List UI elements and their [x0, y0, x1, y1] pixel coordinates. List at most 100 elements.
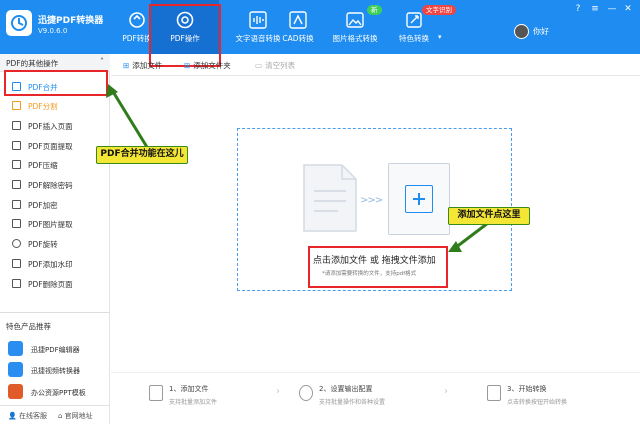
- clear-list-label: 清空列表: [265, 61, 296, 70]
- sidebar-item-label: PDF加密: [28, 201, 58, 210]
- online-service-link[interactable]: 👤 在线客服: [8, 411, 47, 421]
- gear-circle-icon: [176, 11, 194, 29]
- step-title: 3、开始转换: [507, 385, 547, 393]
- chevron-up-icon: ˄: [100, 57, 104, 66]
- recommend-item-video-converter[interactable]: 迅捷视频转换器: [0, 360, 110, 380]
- sidebar-item-label: PDF插入页面: [28, 122, 73, 131]
- shield-icon: [12, 200, 21, 209]
- magic-icon: [406, 12, 422, 28]
- compress-icon: [12, 160, 21, 169]
- sidebar-highlight-box: [4, 70, 108, 96]
- close-icon[interactable]: ✕: [621, 3, 635, 15]
- sidebar-item-label: PDF添加水印: [28, 260, 73, 269]
- add-file-icon: [149, 385, 163, 401]
- add-file-label: 添加文件: [132, 61, 163, 70]
- callout-merge: PDF合并功能在这儿: [96, 146, 188, 164]
- chevron-right-icon: ›: [444, 386, 448, 397]
- sidebar-footer: 👤 在线客服 ⌂ 官网地址: [0, 405, 110, 424]
- recommend-label: 办公资源PPT模板: [31, 389, 86, 397]
- nav-label: PDF操作: [170, 34, 200, 43]
- sidebar-item-label: PDF图片提取: [28, 220, 73, 229]
- step-desc: 点击转换按钮开始转换: [507, 399, 568, 406]
- step-desc: 支持批量添加文件: [169, 399, 218, 406]
- callout-add-file: 添加文件点这里: [448, 207, 530, 225]
- avatar[interactable]: [514, 24, 529, 39]
- steps-bar: 1、添加文件 支持批量添加文件 › 2、设置输出配置 支持批量操作和各种设置 ›…: [111, 372, 640, 424]
- sidebar-item-watermark[interactable]: PDF添加水印: [0, 254, 108, 273]
- app-version: V9.0.6.0: [38, 27, 68, 35]
- add-folder-button[interactable]: ⊞ 添加文件夹: [184, 60, 231, 71]
- delete-page-icon: [12, 279, 21, 288]
- recommend-title: 特色产品推荐: [6, 322, 51, 331]
- menu-icon[interactable]: ≡: [588, 3, 602, 15]
- app-logo: [6, 10, 32, 36]
- chevron-right-icon: ›: [276, 386, 280, 397]
- pdf-editor-icon: [8, 341, 23, 356]
- nav-label: CAD转换: [282, 34, 314, 43]
- step-title: 1、添加文件: [169, 385, 209, 393]
- help-icon[interactable]: ?: [571, 3, 585, 15]
- website-label: 官网地址: [64, 412, 93, 420]
- nav-cad[interactable]: CAD转换: [278, 0, 318, 54]
- text-recognition-badge[interactable]: 文字识别: [422, 5, 456, 15]
- sidebar-header-title: PDF的其他操作: [6, 59, 59, 68]
- sidebar-item-pdf-split[interactable]: PDF分割: [0, 96, 108, 115]
- sidebar-item-extract-page[interactable]: PDF页面提取: [0, 136, 108, 155]
- sidebar-item-image-extract[interactable]: PDF图片提取: [0, 214, 108, 233]
- sidebar-item-compress[interactable]: PDF压缩: [0, 155, 108, 174]
- add-file-button[interactable]: ⊞ 添加文件: [123, 60, 162, 71]
- document-icon: [303, 164, 357, 232]
- nav-label: 图片格式转换: [332, 34, 378, 43]
- ppt-template-icon: [8, 384, 23, 399]
- divider: [0, 312, 110, 313]
- rotate-icon: [12, 239, 21, 248]
- unlock-icon: [12, 180, 21, 189]
- chevron-down-icon: ▾: [438, 33, 442, 41]
- audio-wave-icon: [249, 11, 267, 29]
- online-service-label: 在线客服: [18, 412, 47, 420]
- recommend-label: 迅捷视频转换器: [31, 367, 80, 375]
- sidebar-item-encrypt[interactable]: PDF加密: [0, 195, 108, 214]
- add-folder-icon: ⊞: [184, 61, 191, 70]
- image-icon: [346, 12, 364, 28]
- recommend-item-ppt-template[interactable]: 办公资源PPT模板: [0, 382, 110, 402]
- minimize-icon[interactable]: —: [605, 3, 619, 15]
- watermark-icon: [12, 259, 21, 268]
- plus-icon[interactable]: [405, 185, 433, 213]
- app-title: 迅捷PDF转换器: [38, 16, 104, 26]
- nav-label: 特色转换: [399, 34, 429, 43]
- user-name[interactable]: 你好: [533, 26, 549, 37]
- settings-icon: [299, 385, 313, 401]
- sidebar-item-label: PDF删除页面: [28, 280, 73, 289]
- recommend-label: 迅捷PDF编辑器: [31, 346, 80, 354]
- arrow-line: [110, 89, 152, 153]
- step-title: 2、设置输出配置: [319, 385, 373, 393]
- insert-page-icon: [12, 121, 21, 130]
- trash-icon: ▭: [255, 61, 263, 70]
- add-file-icon: ⊞: [123, 61, 130, 70]
- drop-highlight-box: [308, 246, 448, 288]
- arrow-icon: >>>: [360, 195, 383, 206]
- sidebar-item-label: PDF页面提取: [28, 142, 73, 151]
- image-icon: [12, 219, 21, 228]
- title-bar: 迅捷PDF转换器 V9.0.6.0 PDF转换 PDF操作 文字语音转换 CAD…: [0, 0, 640, 54]
- nav-pdf-operate[interactable]: PDF操作: [151, 0, 219, 54]
- new-badge: 新: [367, 5, 382, 15]
- sidebar-item-delete-page[interactable]: PDF删除页面: [0, 274, 108, 293]
- sidebar-item-label: PDF旋转: [28, 240, 58, 249]
- cad-icon: [289, 11, 307, 29]
- toolbar: ⊞ 添加文件 ⊞ 添加文件夹 ▭ 清空列表: [111, 54, 640, 76]
- step-desc: 支持批量操作和各种设置: [319, 399, 386, 406]
- refresh-icon: [129, 12, 145, 28]
- sidebar-item-insert-page[interactable]: PDF插入页面: [0, 116, 108, 135]
- clear-list-button[interactable]: ▭ 清空列表: [255, 60, 295, 71]
- sidebar-item-unlock[interactable]: PDF解除密码: [0, 175, 108, 194]
- video-converter-icon: [8, 362, 23, 377]
- add-folder-label: 添加文件夹: [193, 61, 231, 70]
- recommend-item-pdf-editor[interactable]: 迅捷PDF编辑器: [0, 339, 110, 359]
- sidebar-item-rotate[interactable]: PDF旋转: [0, 234, 108, 253]
- convert-icon: [487, 385, 501, 401]
- sidebar-item-label: PDF压缩: [28, 161, 58, 170]
- sidebar-item-label: PDF解除密码: [28, 181, 73, 190]
- website-link[interactable]: ⌂ 官网地址: [58, 411, 93, 421]
